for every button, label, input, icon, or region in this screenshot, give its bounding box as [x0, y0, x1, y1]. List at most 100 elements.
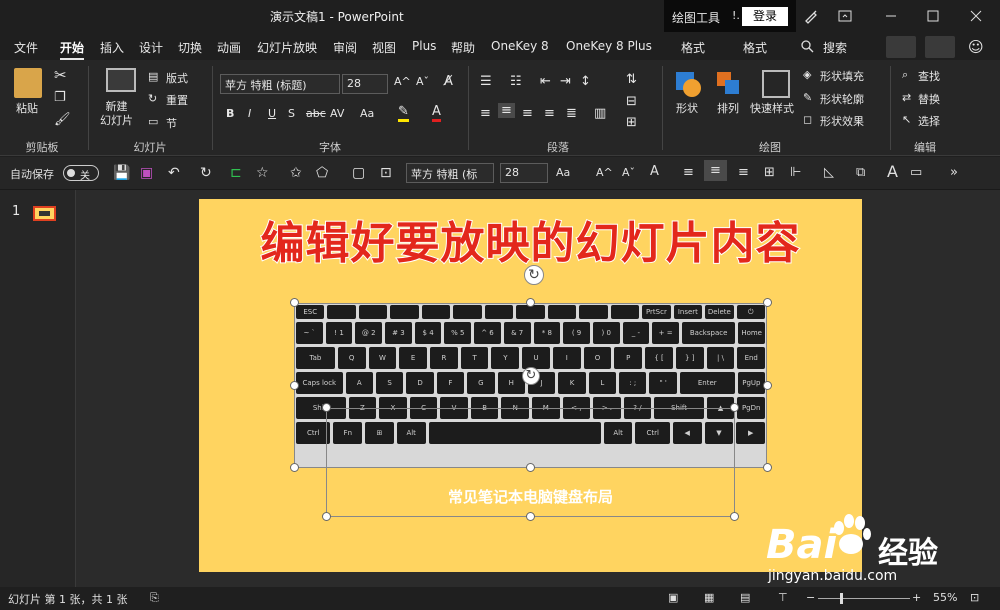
bullets-icon[interactable]: ☰: [480, 74, 492, 89]
distribute-icon[interactable]: ≣: [566, 106, 577, 121]
shape-fill-button[interactable]: 形状填充: [820, 68, 864, 84]
reset-icon[interactable]: ↻: [148, 92, 157, 105]
save-icon[interactable]: 💾: [113, 165, 130, 181]
zoom-level[interactable]: 55%: [933, 591, 957, 604]
undo-icon[interactable]: ↶: [168, 165, 180, 181]
new-slide-button[interactable]: 新建 幻灯片: [100, 100, 133, 128]
qat-change-case-icon[interactable]: Aa: [556, 166, 570, 179]
tab-design[interactable]: 设计: [139, 39, 163, 56]
paste-button[interactable]: 粘贴: [16, 100, 38, 116]
slide-caption[interactable]: 常见笔记本电脑键盘布局: [326, 486, 735, 507]
tab-plus[interactable]: Plus: [412, 39, 436, 53]
underline-icon[interactable]: U: [268, 107, 276, 120]
minimize-icon[interactable]: [880, 6, 902, 26]
font-size-combo[interactable]: 28: [342, 74, 388, 94]
format-painter-icon[interactable]: 🖌: [54, 112, 71, 127]
qat-align-objects-icon[interactable]: ⊩: [790, 165, 801, 180]
zoom-slider[interactable]: [818, 593, 910, 604]
reset-button[interactable]: 重置: [166, 92, 188, 108]
select-icon[interactable]: ↖: [902, 113, 911, 126]
find-icon[interactable]: ⌕: [902, 68, 908, 82]
search-label[interactable]: 搜索: [823, 39, 847, 56]
resize-handle[interactable]: [730, 512, 739, 521]
align-left-icon[interactable]: ≡: [480, 106, 491, 121]
maximize-icon[interactable]: [922, 6, 944, 26]
qat-font-color-icon[interactable]: A: [650, 164, 659, 179]
decrease-indent-icon[interactable]: ⇤: [540, 74, 551, 89]
clear-format-icon[interactable]: A̸: [444, 74, 453, 89]
section-button[interactable]: 节: [166, 115, 177, 131]
shape-fill-qat-icon[interactable]: ⬠: [316, 165, 328, 181]
qat-textbox-icon[interactable]: ▭: [910, 165, 922, 180]
tab-file[interactable]: 文件: [14, 39, 38, 56]
qat-rotate-icon[interactable]: ◺: [824, 165, 834, 180]
tab-help[interactable]: 帮助: [451, 39, 475, 56]
change-case-icon[interactable]: Aa: [360, 107, 374, 120]
resize-handle[interactable]: [322, 403, 331, 412]
qat-arrange-icon[interactable]: ⧉: [856, 165, 865, 180]
arrange-button[interactable]: 排列: [717, 100, 739, 116]
slide-heading[interactable]: 编辑好要放映的幻灯片内容: [199, 207, 862, 271]
redo-icon[interactable]: ↻: [200, 165, 212, 181]
strikethrough-icon[interactable]: abc: [306, 107, 326, 120]
resize-handle[interactable]: [322, 512, 331, 521]
tab-format-2[interactable]: 格式: [743, 39, 767, 56]
close-icon[interactable]: [965, 6, 987, 26]
qat-font-name[interactable]: 苹方 特粗 (标: [406, 163, 494, 183]
resize-handle[interactable]: [763, 463, 772, 472]
layout-icon[interactable]: ▤: [148, 70, 158, 83]
zoom-slider-thumb[interactable]: [840, 593, 843, 604]
font-name-combo[interactable]: 苹方 特粗 (标题): [220, 74, 340, 94]
smartart-icon[interactable]: ⊞: [626, 115, 637, 130]
resize-handle[interactable]: [763, 298, 772, 307]
fill-icon[interactable]: ◈: [803, 68, 811, 81]
search-icon[interactable]: [800, 39, 814, 54]
star-outline-icon[interactable]: ✩: [290, 165, 302, 181]
pen-icon[interactable]: [800, 6, 822, 26]
shapes-button[interactable]: 形状: [676, 100, 698, 116]
find-button[interactable]: 查找: [918, 68, 940, 84]
arrange-icon[interactable]: [715, 70, 743, 98]
highlight-icon[interactable]: ✎: [398, 104, 409, 122]
increase-indent-icon[interactable]: ⇥: [560, 74, 571, 89]
align-text-icon[interactable]: ⊟: [626, 94, 637, 109]
textbox-icon[interactable]: ⊡: [380, 165, 392, 181]
columns-icon[interactable]: ▥: [594, 106, 606, 121]
normal-view-icon[interactable]: ▣: [668, 591, 678, 604]
replace-icon[interactable]: ⇄: [902, 91, 911, 104]
resize-handle[interactable]: [763, 381, 772, 390]
paste-icon[interactable]: [14, 68, 42, 98]
new-slide-icon[interactable]: [106, 68, 136, 92]
replace-button[interactable]: 替换: [918, 91, 940, 107]
effects-icon[interactable]: ◻: [803, 113, 812, 126]
select-button[interactable]: 选择: [918, 113, 940, 129]
tab-onekey8-plus[interactable]: OneKey 8 Plus: [566, 39, 652, 53]
ribbon-display-icon[interactable]: [834, 6, 856, 26]
cut-icon[interactable]: ✂: [54, 66, 67, 84]
qat-align-center-icon[interactable]: ≡: [704, 160, 727, 181]
qat-align-left-icon[interactable]: ≡: [683, 165, 694, 180]
qat-distribute-icon[interactable]: ⊞: [764, 165, 775, 180]
italic-icon[interactable]: I: [248, 107, 251, 120]
resize-handle[interactable]: [290, 463, 299, 472]
shrink-font-icon[interactable]: Aˇ: [416, 75, 429, 88]
zoom-out-icon[interactable]: −: [806, 591, 815, 604]
resize-handle[interactable]: [526, 512, 535, 521]
rotate-handle-icon[interactable]: ↻: [522, 367, 540, 385]
tab-view[interactable]: 视图: [372, 39, 396, 56]
fit-to-window-icon[interactable]: ⊡: [970, 591, 979, 604]
text-direction-icon[interactable]: ⇅: [626, 72, 637, 87]
grow-font-icon[interactable]: A^: [394, 75, 411, 88]
shape-effects-button[interactable]: 形状效果: [820, 113, 864, 129]
tab-animations[interactable]: 动画: [217, 39, 241, 56]
quick-styles-icon[interactable]: [762, 70, 790, 98]
qat-more-icon[interactable]: »: [950, 165, 958, 180]
slideshow-view-icon[interactable]: ⊤: [778, 591, 788, 604]
feedback-smiley-icon[interactable]: ☺: [968, 38, 984, 56]
qat-align-right-icon[interactable]: ≡: [738, 165, 749, 180]
tab-slideshow[interactable]: 幻灯片放映: [257, 39, 317, 56]
tab-review[interactable]: 审阅: [333, 39, 357, 56]
justify-icon[interactable]: ≡: [544, 106, 555, 121]
shape-outline-button[interactable]: 形状轮廓: [820, 91, 864, 107]
line-spacing-icon[interactable]: ↕: [580, 74, 591, 89]
